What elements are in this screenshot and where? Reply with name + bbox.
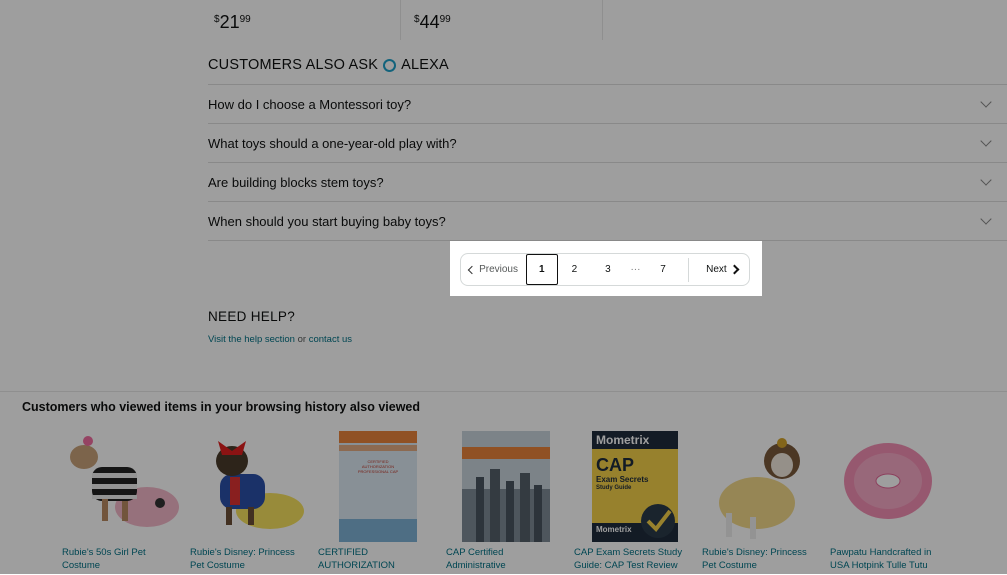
product-image[interactable] xyxy=(62,429,182,544)
product-title[interactable]: Pawpatu Handcrafted in USA Hotpink Tulle … xyxy=(830,546,950,572)
alexa-ring-icon xyxy=(383,58,397,72)
divider xyxy=(602,0,603,40)
faq-item[interactable]: When should you start buying baby toys? xyxy=(208,201,1007,241)
page-7-button[interactable]: 7 xyxy=(646,254,680,285)
chevron-right-icon xyxy=(729,264,740,275)
product-image[interactable]: Mometrix CAP Exam Secrets Study Guide Mo… xyxy=(574,429,694,544)
faq-list: How do I choose a Montessori toy? What t… xyxy=(208,84,1007,241)
product-card[interactable]: CERTIFIED AUTHORIZATION PROFESSIONAL CAP… xyxy=(318,429,438,572)
pagination-highlight: Previous 1 2 3 ··· 7 Next xyxy=(450,241,762,296)
faq-item[interactable]: What toys should a one-year-old play wit… xyxy=(208,123,1007,162)
product-title[interactable]: CERTIFIED AUTHORIZATION xyxy=(318,546,438,572)
pagination-ellipsis: ··· xyxy=(630,264,641,275)
chevron-left-icon xyxy=(467,265,477,274)
product-image[interactable]: CERTIFIED AUTHORIZATION PROFESSIONAL CAP xyxy=(318,429,438,544)
product-title[interactable]: Rubie's Disney: Princess Pet Costume xyxy=(190,546,310,572)
alexa-section-title: CUSTOMERS ALSO ASK ALEXA xyxy=(208,57,449,73)
page-2-button[interactable]: 2 xyxy=(558,254,592,285)
book-subtitle-2: Study Guide xyxy=(596,485,632,491)
page-3-button[interactable]: 3 xyxy=(591,254,625,285)
book-cover-text: CERTIFIED AUTHORIZATION PROFESSIONAL CAP xyxy=(357,459,399,474)
book-title: CAP xyxy=(596,455,635,475)
browsing-history-carousel: Customers who viewed items in your brows… xyxy=(0,391,1007,575)
product-card[interactable]: Rubie's 50s Girl Pet Costume xyxy=(62,429,182,572)
help-title: NEED HELP? xyxy=(208,309,296,324)
pagination: Previous 1 2 3 ··· 7 Next xyxy=(460,253,750,286)
product-image[interactable] xyxy=(830,429,950,544)
price-1: $2199 xyxy=(214,12,251,32)
chevron-down-icon xyxy=(980,213,992,225)
product-card[interactable]: Pawpatu Handcrafted in USA Hotpink Tulle … xyxy=(830,429,950,572)
product-image[interactable] xyxy=(190,429,310,544)
book-brand: Mometrix xyxy=(596,433,650,447)
help-section-link[interactable]: Visit the help section xyxy=(208,334,295,345)
product-title[interactable]: Rubie's 50s Girl Pet Costume xyxy=(62,546,182,572)
divider xyxy=(400,0,401,40)
product-card[interactable]: Rubie's Disney: Princess Pet Costume xyxy=(702,429,822,572)
product-card[interactable]: Mometrix CAP Exam Secrets Study Guide Mo… xyxy=(574,429,694,572)
product-card[interactable]: Rubie's Disney: Princess Pet Costume xyxy=(190,429,310,572)
product-image[interactable] xyxy=(446,429,566,544)
chevron-down-icon xyxy=(980,135,992,147)
product-card[interactable]: CAP Certified Administrative xyxy=(446,429,566,572)
chevron-down-icon xyxy=(980,174,992,186)
pagination-divider xyxy=(687,257,689,282)
contact-us-link[interactable]: contact us xyxy=(309,334,352,345)
carousel-title: Customers who viewed items in your brows… xyxy=(22,400,421,414)
faq-item[interactable]: How do I choose a Montessori toy? xyxy=(208,84,1007,123)
chevron-down-icon xyxy=(980,96,992,108)
help-text: Visit the help section or contact us xyxy=(208,334,353,345)
next-page-button[interactable]: Next xyxy=(695,254,749,285)
book-brand-bottom: Mometrix xyxy=(596,525,632,534)
product-title[interactable]: Rubie's Disney: Princess Pet Costume xyxy=(702,546,822,572)
page-1-button[interactable]: 1 xyxy=(526,254,558,285)
price-2: $4499 xyxy=(414,12,451,32)
faq-item[interactable]: Are building blocks stem toys? xyxy=(208,162,1007,201)
previous-page-button[interactable]: Previous xyxy=(461,254,526,285)
product-image[interactable] xyxy=(702,429,822,544)
book-subtitle: Exam Secrets xyxy=(596,475,649,484)
product-title[interactable]: CAP Exam Secrets Study Guide: CAP Test Re… xyxy=(574,546,694,572)
product-title[interactable]: CAP Certified Administrative xyxy=(446,546,566,572)
